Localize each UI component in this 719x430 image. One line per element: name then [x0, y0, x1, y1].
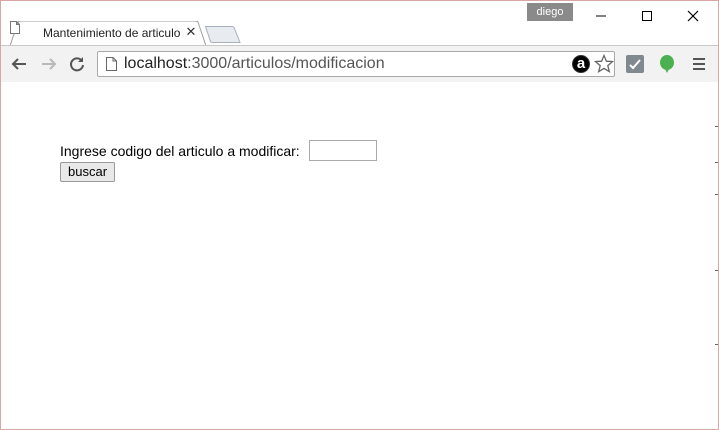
page-icon [106, 57, 117, 71]
checkmark-extension-icon[interactable] [625, 54, 645, 74]
maximize-button[interactable] [625, 1, 671, 31]
tab-close-icon[interactable]: ✕ [184, 25, 198, 39]
close-window-button[interactable] [671, 1, 717, 31]
profile-button[interactable]: diego [527, 3, 573, 21]
close-icon [687, 10, 699, 22]
amazon-extension-icon[interactable]: a [572, 55, 590, 73]
maximize-icon [642, 11, 652, 21]
hamburger-menu-icon[interactable] [689, 54, 709, 74]
codigo-input[interactable] [309, 140, 377, 161]
tab-title: Mantenimiento de articulo [43, 26, 181, 40]
edge-mark [715, 270, 718, 271]
edge-mark [715, 162, 718, 163]
tab-active[interactable]: Mantenimiento de articulo ✕ [10, 21, 206, 46]
browser-window: Mantenimiento de articulo ✕ diego localh… [0, 0, 719, 430]
star-icon[interactable] [594, 54, 614, 74]
edge-mark [715, 194, 718, 195]
buscar-button[interactable]: buscar [60, 162, 116, 182]
reload-icon [70, 57, 84, 72]
page-content: Ingrese codigo del articulo a modificar:… [1, 82, 718, 429]
edge-mark [715, 344, 718, 345]
reload-button[interactable] [65, 52, 89, 76]
minimize-button[interactable] [579, 1, 625, 31]
edge-mark [715, 126, 718, 127]
new-tab-button[interactable] [204, 26, 241, 43]
address-bar[interactable]: localhost:3000/articulos/modificacion a [97, 51, 615, 77]
back-arrow-icon [11, 58, 26, 70]
forward-button[interactable] [37, 52, 61, 76]
forward-arrow-icon [42, 58, 57, 70]
url-host: localhost [124, 55, 188, 72]
browser-toolbar: localhost:3000/articulos/modificacion a [1, 45, 718, 83]
codigo-label: Ingrese codigo del articulo a modificar: [60, 143, 300, 159]
back-button[interactable] [7, 52, 31, 76]
green-bubble-extension-icon[interactable] [657, 54, 677, 74]
page-icon [10, 21, 20, 34]
title-bar: Mantenimiento de articulo ✕ diego [1, 1, 718, 46]
minimize-icon [596, 15, 606, 17]
url-text[interactable]: localhost:3000/articulos/modificacion [124, 55, 385, 73]
url-path: :3000/articulos/modificacion [187, 55, 385, 72]
